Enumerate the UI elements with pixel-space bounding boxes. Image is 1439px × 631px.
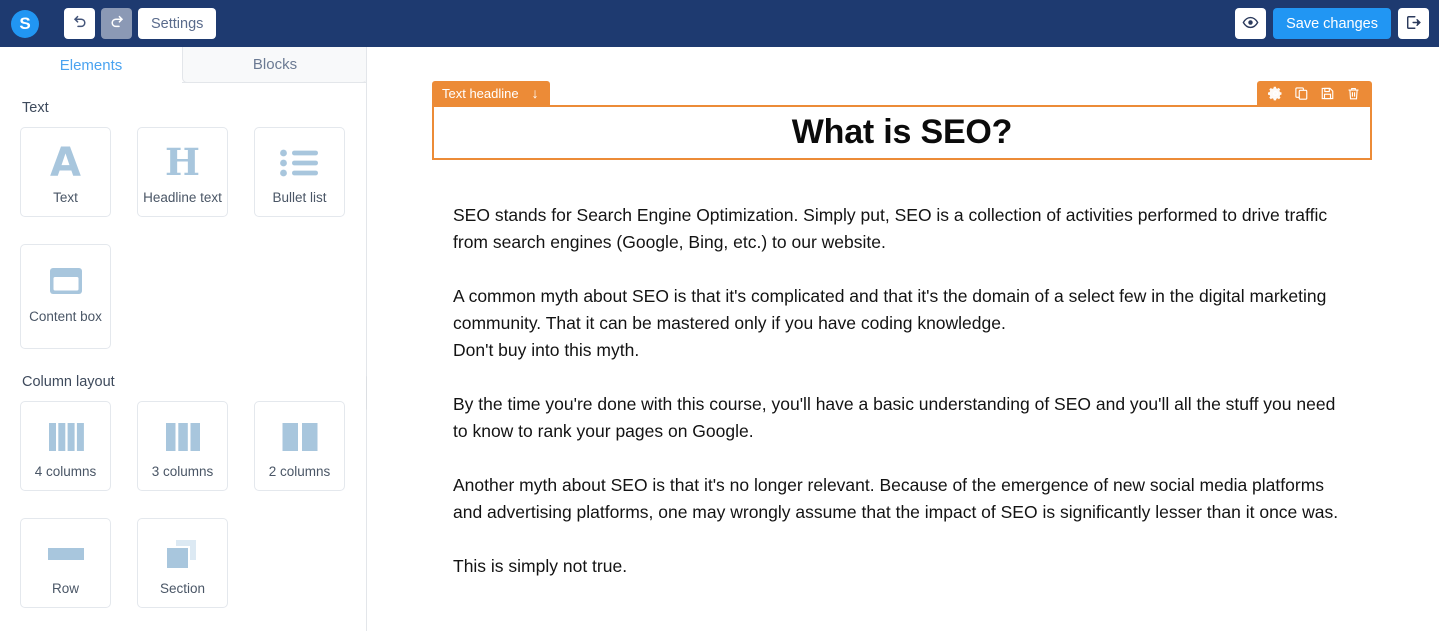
section-icon xyxy=(162,533,204,575)
element-card-section[interactable]: Section xyxy=(137,518,228,608)
three-columns-icon xyxy=(162,416,204,458)
element-card-label: Section xyxy=(159,580,206,596)
undo-button[interactable] xyxy=(64,8,95,39)
app-logo-letter: S xyxy=(19,14,31,33)
element-card-label: 2 columns xyxy=(268,463,331,479)
letter-h-icon: H xyxy=(165,140,200,185)
element-card-headline-text[interactable]: H Headline text xyxy=(137,127,228,217)
save-disk-icon[interactable] xyxy=(1319,85,1336,102)
element-card-content-box[interactable]: Content box xyxy=(20,244,111,349)
group-title-text: Text xyxy=(22,100,49,116)
sidebar-panel-body: Text A Text H Headline text Bullet list … xyxy=(0,83,366,608)
trash-icon[interactable] xyxy=(1345,85,1362,102)
paragraph: SEO stands for Search Engine Optimizatio… xyxy=(453,205,1328,252)
paragraph: This is simply not true. xyxy=(453,556,628,576)
element-card-label: 4 columns xyxy=(34,463,97,479)
tab-elements[interactable]: Elements xyxy=(0,47,182,83)
settings-wrap: Settings xyxy=(138,8,217,39)
element-card-label: Row xyxy=(51,580,79,596)
redo-button[interactable] xyxy=(101,8,132,39)
group-title-column-layout: Column layout xyxy=(22,374,115,390)
element-card-3-columns[interactable]: 3 columns xyxy=(137,401,228,491)
element-card-row[interactable]: Row xyxy=(20,518,111,608)
editor-canvas: Text headline ↓ What is SEO? SEO stands … xyxy=(367,47,1439,631)
element-card-label: Content box xyxy=(29,309,102,324)
element-card-4-columns[interactable]: 4 columns xyxy=(20,401,111,491)
page-builder-app: S Settings Save changes Elements Blocks … xyxy=(0,0,1439,631)
exit-arrow-icon xyxy=(1405,14,1422,34)
tab-blocks[interactable]: Blocks xyxy=(182,47,366,83)
letter-a-icon: A xyxy=(50,139,81,186)
row-icon xyxy=(45,533,87,575)
paragraph: A common myth about SEO is that it's com… xyxy=(453,286,1327,360)
two-columns-icon xyxy=(279,416,321,458)
selected-block-label-tab[interactable]: Text headline ↓ xyxy=(432,81,550,105)
elements-sidebar: Elements Blocks Text A Text H Headline t… xyxy=(0,47,367,631)
paragraph: Another myth about SEO is that it's no l… xyxy=(453,475,1339,522)
block-tools-toolbar xyxy=(1257,81,1372,105)
element-card-text[interactable]: A Text xyxy=(20,127,111,217)
element-card-label: 3 columns xyxy=(151,463,214,479)
top-toolbar: S Settings Save changes xyxy=(0,0,1439,47)
element-card-2-columns[interactable]: 2 columns xyxy=(254,401,345,491)
gear-icon[interactable] xyxy=(1267,85,1284,102)
app-logo[interactable]: S xyxy=(11,9,39,38)
top-toolbar-right: Save changes xyxy=(1235,8,1429,39)
exit-button[interactable] xyxy=(1398,8,1429,39)
element-grid-columns: 4 columns 3 columns 2 columns Row Sectio… xyxy=(20,401,348,608)
body-copy-block[interactable]: SEO stands for Search Engine Optimizatio… xyxy=(453,202,1353,580)
element-card-label: Text xyxy=(53,189,78,205)
settings-button[interactable]: Settings xyxy=(138,8,217,39)
duplicate-icon[interactable] xyxy=(1293,85,1310,102)
element-card-bullet-list[interactable]: Bullet list xyxy=(254,127,345,217)
headline-text: What is SEO? xyxy=(791,113,1013,151)
paragraph: By the time you're done with this course… xyxy=(453,394,1336,441)
down-arrow-icon[interactable]: ↓ xyxy=(532,85,539,101)
four-columns-icon xyxy=(45,416,87,458)
preview-button[interactable] xyxy=(1235,8,1267,39)
content-box-icon xyxy=(45,259,87,303)
selected-block-label: Text headline xyxy=(442,85,519,101)
save-changes-button[interactable]: Save changes xyxy=(1273,8,1391,39)
headline-block[interactable]: What is SEO? xyxy=(432,105,1372,160)
bullet-list-icon xyxy=(279,142,321,184)
element-grid-text: A Text H Headline text Bullet list Conte… xyxy=(20,127,348,349)
redo-arrow-icon xyxy=(109,14,125,33)
sidebar-tabs: Elements Blocks xyxy=(0,47,366,83)
element-card-label: Headline text xyxy=(143,189,222,205)
element-card-label: Bullet list xyxy=(272,189,327,205)
undo-arrow-icon xyxy=(72,14,88,33)
history-controls xyxy=(64,8,132,39)
eye-icon xyxy=(1242,14,1259,34)
